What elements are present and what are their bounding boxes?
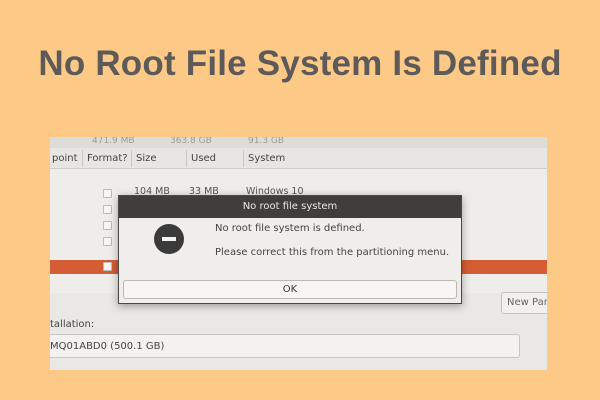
format-checkbox[interactable] (103, 189, 112, 198)
banner-title: No Root File System Is Defined (38, 44, 562, 83)
no-root-dialog: No root file system No root file system … (118, 195, 462, 304)
dialog-title: No root file system (119, 196, 461, 218)
column-system[interactable]: System (248, 153, 285, 164)
bootloader-device-select[interactable]: MQ01ABD0 (500.1 GB) (50, 334, 520, 358)
column-format[interactable]: Format? (87, 153, 128, 164)
format-checkbox[interactable] (103, 221, 112, 230)
bootloader-device-label: tallation: (50, 319, 95, 330)
partition-table-header: point Format? Size Used System (50, 148, 547, 169)
column-separator (82, 150, 83, 167)
column-separator (186, 150, 187, 167)
summary-far-right: 91.3 GB (248, 137, 285, 146)
partition-summary-bar: 471.9 MB 363.8 GB 91.3 GB (50, 137, 547, 148)
format-checkbox[interactable] (103, 237, 112, 246)
stop-icon (154, 224, 184, 254)
column-size[interactable]: Size (136, 153, 157, 164)
installer-lower-panel (50, 293, 547, 370)
column-separator (243, 150, 244, 167)
summary-left: 471.9 MB (92, 137, 135, 146)
dialog-hint: Please correct this from the partitionin… (215, 247, 450, 258)
format-checkbox[interactable] (103, 262, 112, 271)
column-mount-point[interactable]: point (52, 153, 78, 164)
summary-right: 363.8 GB (170, 137, 212, 146)
format-checkbox[interactable] (103, 205, 112, 214)
ok-button[interactable]: OK (123, 280, 457, 299)
dialog-message: No root file system is defined. (215, 223, 365, 234)
column-separator (131, 150, 132, 167)
column-used[interactable]: Used (191, 153, 216, 164)
new-partition-table-button[interactable]: New Par (501, 292, 547, 314)
